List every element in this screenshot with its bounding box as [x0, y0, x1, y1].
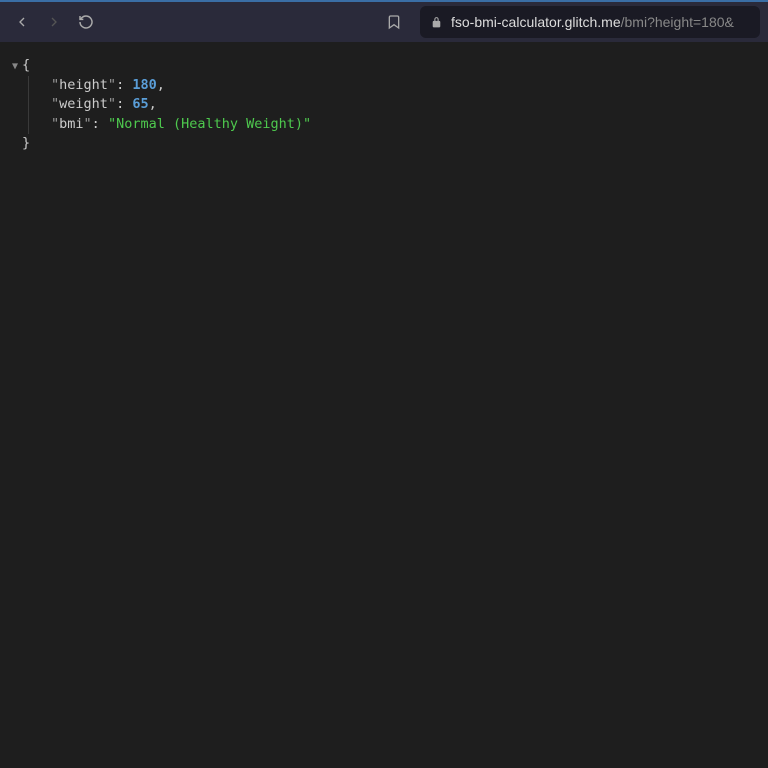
json-body: "height": 180, "weight": 65, "bmi": "Nor…: [8, 76, 760, 135]
json-open: ▼ {: [8, 56, 760, 76]
reload-button[interactable]: [72, 8, 100, 36]
json-entry: "bmi": "Normal (Healthy Weight)": [8, 115, 760, 135]
json-key: weight: [59, 96, 108, 112]
json-entry: "weight": 65,: [8, 95, 760, 115]
json-viewer: ▼ { "height": 180, "weight": 65, "bmi": …: [0, 42, 768, 168]
close-brace: }: [22, 134, 30, 154]
address-bar[interactable]: fso-bmi-calculator.glitch.me/bmi?height=…: [420, 6, 760, 38]
json-value: 180: [132, 77, 156, 93]
json-entry: "height": 180,: [8, 76, 760, 96]
json-key: bmi: [59, 116, 83, 132]
forward-button[interactable]: [40, 8, 68, 36]
url-host: fso-bmi-calculator.glitch.me: [451, 14, 621, 30]
browser-toolbar: fso-bmi-calculator.glitch.me/bmi?height=…: [0, 0, 768, 42]
bookmark-button[interactable]: [380, 8, 408, 36]
json-value: "Normal (Healthy Weight)": [108, 116, 311, 132]
open-brace: {: [22, 56, 30, 76]
collapse-toggle[interactable]: ▼: [8, 60, 22, 75]
json-value: 65: [132, 96, 148, 112]
url-path: /bmi?height=180&: [621, 14, 734, 30]
url-text: fso-bmi-calculator.glitch.me/bmi?height=…: [451, 14, 734, 30]
lock-icon: [430, 16, 443, 29]
json-key: height: [59, 77, 108, 93]
back-button[interactable]: [8, 8, 36, 36]
json-close: }: [8, 134, 760, 154]
